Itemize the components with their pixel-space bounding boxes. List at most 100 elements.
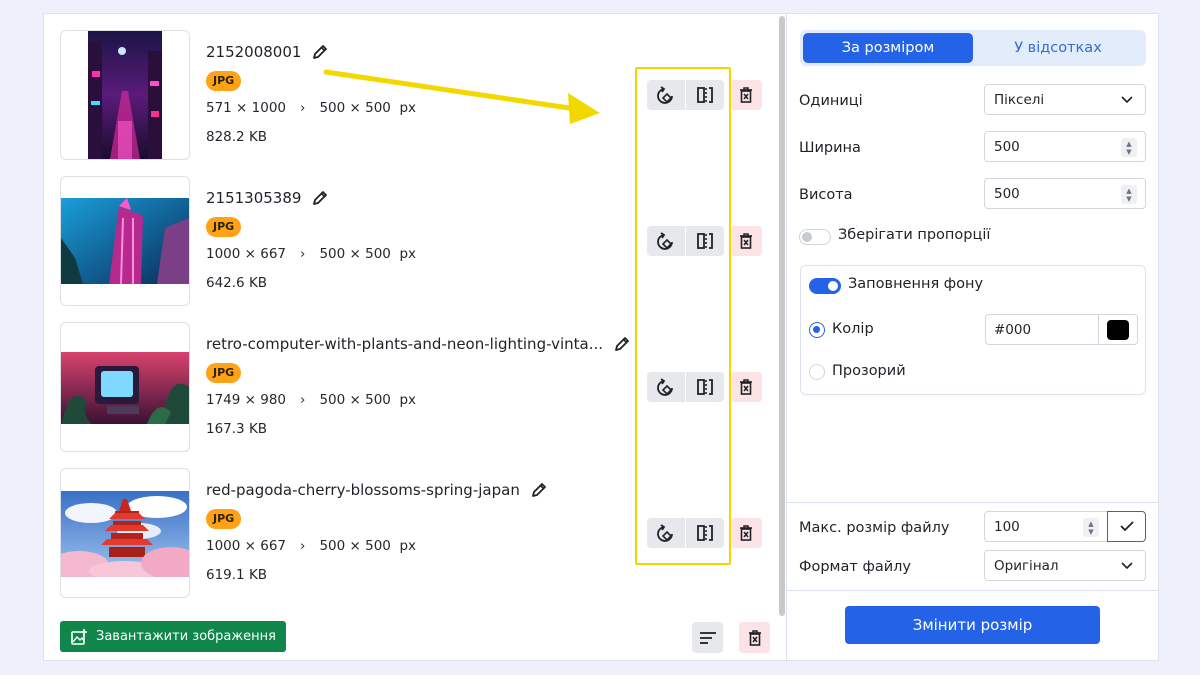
resize-button[interactable]: Змінити розмір	[845, 606, 1100, 644]
keep-ratio-toggle[interactable]	[799, 229, 831, 245]
transform-buttons	[647, 80, 724, 110]
pencil-icon[interactable]	[613, 335, 631, 353]
file-format-value: Оригінал	[994, 557, 1059, 574]
rotate-icon	[657, 378, 673, 396]
image-thumbnail	[60, 176, 190, 306]
file-name: 2152008001	[206, 43, 302, 61]
delete-all-button[interactable]	[739, 622, 770, 653]
delete-button[interactable]	[730, 372, 762, 402]
file-size: 828.2 KB	[206, 129, 268, 145]
format-badge: JPG	[206, 363, 242, 383]
list-item: retro-computer-with-plants-and-neon-ligh…	[44, 322, 786, 452]
units-select[interactable]: Пікселі	[984, 84, 1146, 115]
delete-button[interactable]	[730, 518, 762, 548]
rotate-button[interactable]	[647, 372, 685, 402]
flip-button[interactable]	[686, 518, 724, 548]
image-add-icon	[71, 628, 87, 645]
flip-icon	[697, 525, 713, 541]
settings-panel: За розміром У відсотках Одиниці Пікселі …	[786, 14, 1159, 660]
dims-arrow: ›	[300, 392, 306, 408]
format-badge: JPG	[206, 217, 242, 237]
sort-button[interactable]	[692, 622, 723, 653]
width-stepper[interactable]: ▲ ▼	[1121, 138, 1137, 157]
keep-ratio-label: Зберігати пропорції	[838, 227, 991, 243]
dimensions: 571 × 1000 › 500 × 500 px	[206, 100, 416, 116]
color-radio[interactable]	[809, 322, 825, 338]
chevron-down-icon	[1121, 95, 1133, 103]
pencil-icon[interactable]	[311, 43, 329, 61]
max-size-label: Макс. розмір файлу	[799, 520, 950, 536]
pencil-icon[interactable]	[530, 481, 548, 499]
dims-arrow: ›	[300, 538, 306, 554]
dims-arrow: ›	[300, 100, 306, 116]
delete-button[interactable]	[730, 80, 762, 110]
rotate-button[interactable]	[647, 518, 685, 548]
delete-button[interactable]	[730, 226, 762, 256]
background-fill-toggle[interactable]	[809, 278, 841, 294]
rotate-button[interactable]	[647, 80, 685, 110]
apply-max-size-button[interactable]	[1107, 511, 1146, 542]
dimension-unit: px	[399, 246, 417, 262]
list-scrollbar[interactable]	[779, 16, 785, 616]
max-size-stepper[interactable]: ▲ ▼	[1083, 518, 1099, 537]
trash-icon	[748, 629, 761, 646]
format-badge: JPG	[206, 71, 242, 91]
original-dimensions: 1749 × 980	[206, 392, 287, 408]
format-badge: JPG	[206, 509, 242, 529]
original-dimensions: 1000 × 667	[206, 538, 287, 554]
image-resizer-app: 2152008001 JPG 571 × 1000 › 500 × 500 px 8…	[43, 13, 1159, 661]
original-dimensions: 1000 × 667	[206, 246, 287, 262]
max-size-input[interactable]: 100 ▲ ▼	[984, 511, 1108, 542]
file-size: 642.6 KB	[206, 275, 268, 291]
target-dimensions: 500 × 500	[319, 246, 391, 262]
check-icon	[1119, 521, 1134, 532]
flip-button[interactable]	[686, 372, 724, 402]
file-name: retro-computer-with-plants-and-neon-ligh…	[206, 335, 604, 353]
flip-icon	[697, 87, 713, 103]
units-label: Одиниці	[799, 93, 863, 109]
width-value: 500	[994, 138, 1020, 155]
flip-icon	[697, 233, 713, 249]
file-name: 2151305389	[206, 189, 302, 207]
color-input[interactable]: #000	[985, 314, 1099, 345]
width-input[interactable]: 500 ▲ ▼	[984, 131, 1146, 162]
height-input[interactable]: 500 ▲ ▼	[984, 178, 1146, 209]
color-swatch	[1107, 319, 1129, 340]
image-thumbnail	[60, 468, 190, 598]
target-dimensions: 500 × 500	[319, 100, 391, 116]
trash-icon	[740, 233, 752, 249]
trash-icon	[740, 379, 752, 395]
color-label: Колір	[832, 321, 874, 337]
dims-arrow: ›	[300, 246, 306, 262]
upload-images-button[interactable]: Завантажити зображення	[60, 621, 286, 652]
image-thumbnail	[60, 30, 190, 160]
rotate-button[interactable]	[647, 226, 685, 256]
list-item: red-pagoda-cherry-blossoms-spring-japan …	[44, 468, 786, 598]
image-thumbnail	[60, 322, 190, 452]
width-label: Ширина	[799, 140, 861, 156]
flip-icon	[697, 379, 713, 395]
height-stepper[interactable]: ▲ ▼	[1121, 185, 1137, 204]
rotate-icon	[657, 524, 673, 542]
transparent-radio[interactable]	[809, 364, 825, 380]
dimensions: 1000 × 667 › 500 × 500 px	[206, 246, 416, 262]
file-format-select[interactable]: Оригінал	[984, 550, 1146, 581]
file-size: 167.3 KB	[206, 421, 268, 437]
dimension-unit: px	[399, 100, 417, 116]
flip-button[interactable]	[686, 226, 724, 256]
file-size: 619.1 KB	[206, 567, 268, 583]
tab-by-percent[interactable]: У відсотках	[973, 33, 1143, 63]
flip-button[interactable]	[686, 80, 724, 110]
original-dimensions: 571 × 1000	[206, 100, 287, 116]
max-size-value: 100	[994, 518, 1020, 535]
tab-by-size[interactable]: За розміром	[803, 33, 973, 63]
transparent-label: Прозорий	[832, 363, 906, 379]
height-label: Висота	[799, 187, 853, 203]
transform-buttons	[647, 226, 724, 256]
target-dimensions: 500 × 500	[319, 538, 391, 554]
divider	[787, 502, 1159, 503]
resize-mode-tabs: За розміром У відсотках	[800, 30, 1146, 66]
dimensions: 1000 × 667 › 500 × 500 px	[206, 538, 416, 554]
pencil-icon[interactable]	[311, 189, 329, 207]
color-picker[interactable]	[1098, 314, 1138, 345]
